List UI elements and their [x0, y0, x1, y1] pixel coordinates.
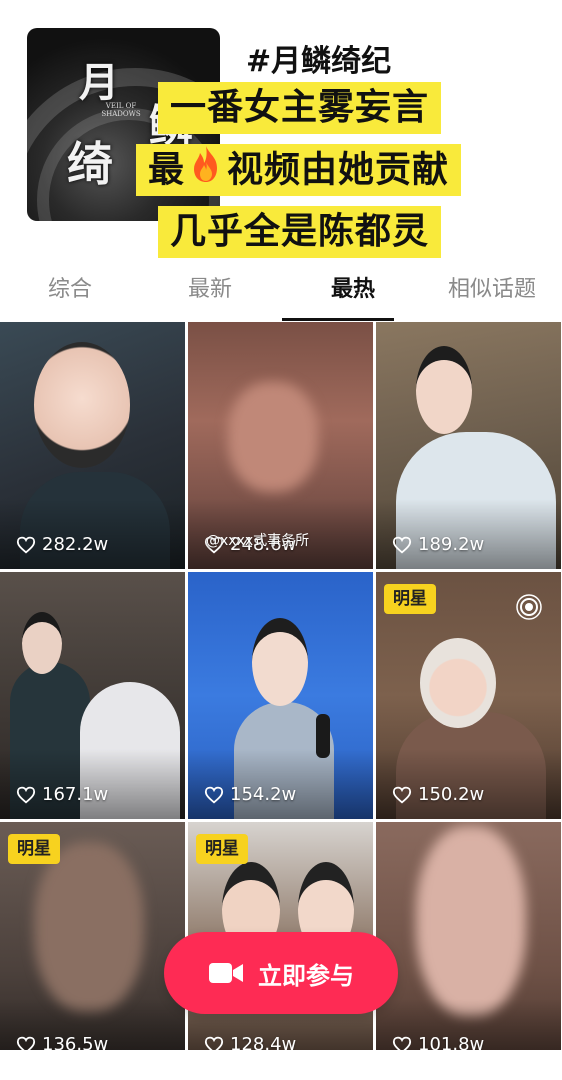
tab-latest[interactable]: 最新	[170, 270, 250, 310]
like-count-value: 189.2w	[418, 534, 485, 555]
star-badge: 明星	[8, 834, 60, 864]
heart-icon	[392, 786, 412, 804]
video-card[interactable]: 明星 150.2w	[376, 572, 561, 819]
video-card[interactable]: 282.2w	[0, 322, 185, 569]
star-badge: 明星	[384, 584, 436, 614]
video-thumbnail-face	[252, 618, 308, 706]
heart-icon	[204, 786, 224, 804]
topic-title: #月鳞绮纪	[246, 44, 392, 79]
like-count: 150.2w	[392, 784, 484, 805]
like-count: 189.2w	[392, 534, 484, 555]
join-button[interactable]: 立即参与	[164, 932, 398, 1014]
video-camera-icon	[209, 963, 243, 983]
blurred-face	[416, 826, 526, 1016]
tab-hottest[interactable]: 最热	[298, 270, 408, 310]
highlight-line-2-prefix: 最	[148, 149, 186, 191]
heart-icon	[392, 536, 412, 554]
like-count-value: 154.2w	[230, 784, 297, 805]
video-thumbnail-face	[22, 612, 62, 674]
heart-icon	[16, 536, 36, 554]
like-count: 167.1w	[16, 784, 108, 805]
join-button-label: 立即参与	[258, 961, 354, 990]
heart-icon	[16, 786, 36, 804]
highlight-line-3-text: 几乎全是陈都灵	[170, 211, 430, 252]
video-thumbnail-face	[34, 342, 130, 468]
tab-bar: 综合 最新 最热 相似话题	[0, 262, 562, 322]
cover-title-char-1: 月	[79, 59, 119, 106]
blurred-face	[34, 842, 144, 1012]
fire-icon	[187, 144, 225, 199]
video-card[interactable]: 189.2w	[376, 322, 561, 569]
highlight-line-1-text: 一番女主雾妄言	[170, 87, 430, 128]
highlight-line-1: 一番女主雾妄言	[158, 82, 442, 134]
active-tab-indicator	[282, 318, 394, 321]
blurred-face	[228, 382, 318, 492]
like-count: 154.2w	[204, 784, 296, 805]
tab-similar-topics[interactable]: 相似话题	[432, 270, 552, 310]
like-count: 282.2w	[16, 534, 108, 555]
highlight-line-2-text: 视频由她贡献	[227, 149, 450, 191]
bottom-safe-area	[0, 1050, 562, 1080]
like-count-value: 150.2w	[418, 784, 485, 805]
cover-title-char-3: 绮	[67, 137, 113, 191]
video-thumbnail-face	[420, 638, 496, 728]
video-card[interactable]: 明星 136.5w	[0, 822, 185, 1069]
video-card[interactable]: 101.8w	[376, 822, 561, 1069]
highlight-line-2: 最视频由她贡献	[136, 144, 462, 199]
live-icon	[516, 594, 542, 620]
highlight-line-3: 几乎全是陈都灵	[158, 206, 442, 258]
video-card[interactable]: 154.2w	[188, 572, 373, 819]
like-count-value: 282.2w	[42, 534, 109, 555]
topic-header: 月 鳞 绮 VEIL OF SHADOWS #月鳞绮纪 一番女主雾妄言 最视频由…	[0, 0, 562, 262]
video-card[interactable]: 167.1w	[0, 572, 185, 819]
watermark-text: @xxxx式事务所	[206, 533, 310, 549]
video-thumbnail-face	[416, 346, 472, 434]
cover-subtitle: VEIL OF SHADOWS	[101, 102, 141, 118]
like-count-value: 167.1w	[42, 784, 109, 805]
star-badge: 明星	[196, 834, 248, 864]
tab-comprehensive[interactable]: 综合	[30, 270, 110, 310]
